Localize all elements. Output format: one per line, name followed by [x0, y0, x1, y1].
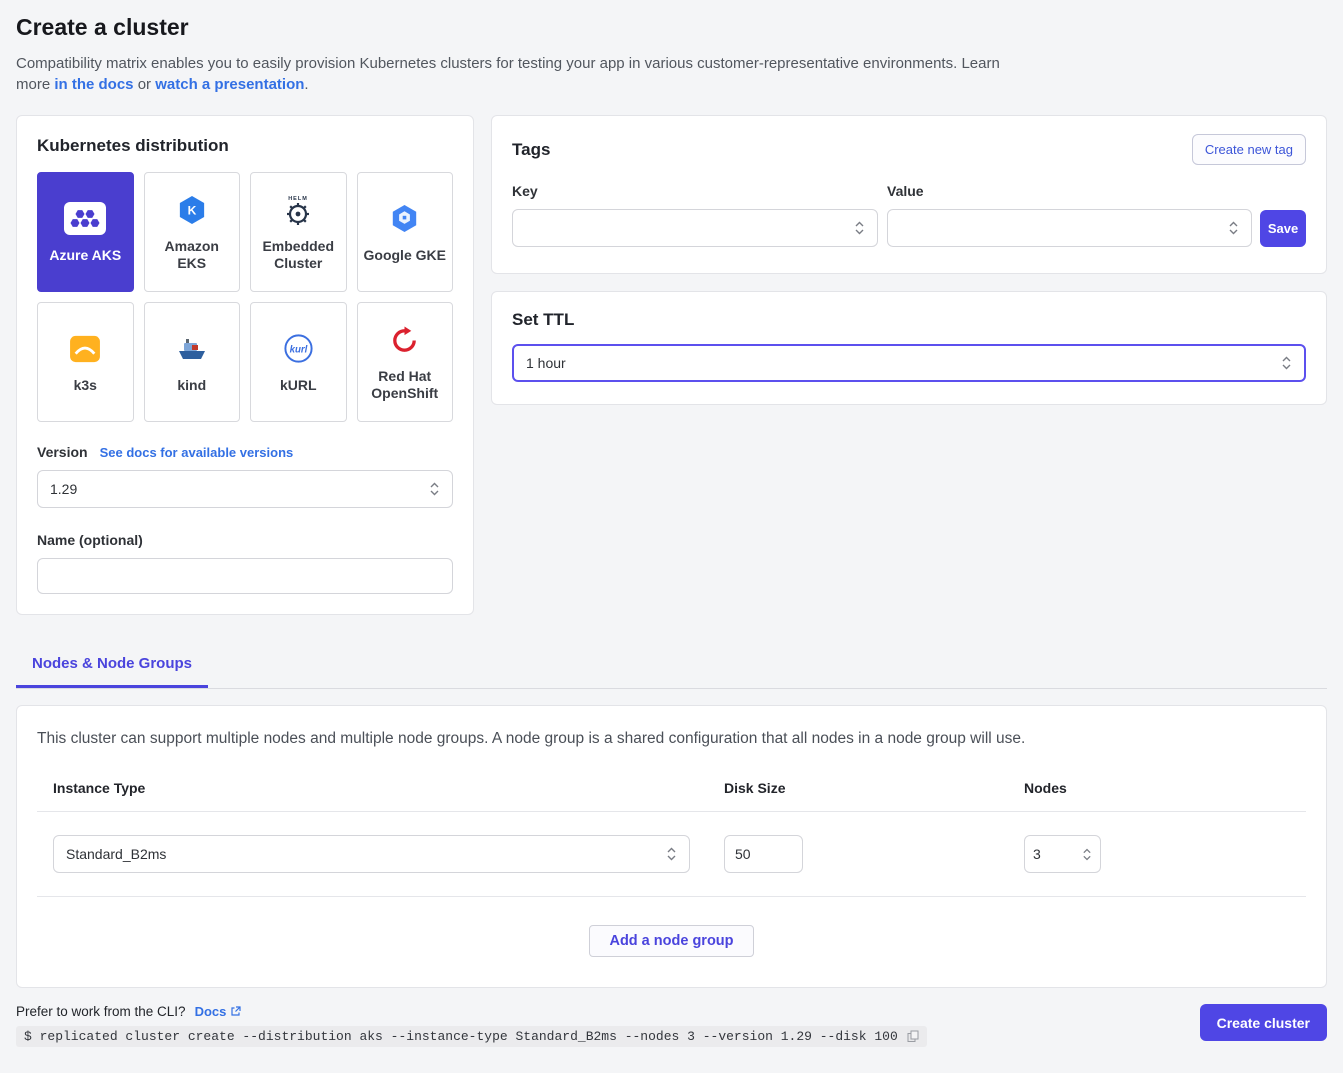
stepper-chevrons-icon[interactable]: [1082, 847, 1092, 862]
tab-bar: Nodes & Node Groups: [16, 655, 1327, 689]
cli-docs-link[interactable]: Docs: [195, 1004, 242, 1019]
right-column: Tags Create new tag Key Value: [491, 115, 1327, 405]
page-title: Create a cluster: [16, 14, 1327, 41]
tag-key-select[interactable]: [512, 209, 878, 247]
distro-tile-label: kind: [177, 377, 206, 394]
distro-tile-azure-aks[interactable]: Azure AKS: [37, 172, 134, 292]
external-link-icon: [230, 1006, 241, 1017]
distro-tile-kurl[interactable]: kurl kURL: [250, 302, 347, 422]
node-groups-card: This cluster can support multiple nodes …: [16, 705, 1327, 988]
distro-tile-k3s[interactable]: k3s: [37, 302, 134, 422]
kubernetes-distribution-card: Kubernetes distribution: [16, 115, 474, 615]
distro-tile-label: Red Hat OpenShift: [364, 368, 447, 402]
tags-header: Tags Create new tag: [512, 134, 1306, 165]
add-node-group-wrap: Add a node group: [37, 925, 1306, 957]
ttl-select[interactable]: 1 hour: [512, 344, 1306, 382]
cli-block: Prefer to work from the CLI? Docs $ repl…: [16, 1004, 927, 1047]
save-tag-button[interactable]: Save: [1260, 210, 1306, 247]
distro-tile-label: Azure AKS: [49, 247, 121, 264]
cli-command-block: $ replicated cluster create --distributi…: [16, 1026, 927, 1047]
google-gke-icon: [391, 201, 418, 237]
create-new-tag-button[interactable]: Create new tag: [1192, 134, 1306, 165]
main-row: Kubernetes distribution: [16, 115, 1327, 615]
nodes-column-header: Nodes: [1024, 780, 1306, 796]
set-ttl-card: Set TTL 1 hour: [491, 291, 1327, 405]
kurl-icon: kurl: [282, 331, 315, 367]
node-groups-table-header: Instance Type Disk Size Nodes: [37, 780, 1306, 812]
distro-tile-label: Google GKE: [364, 247, 446, 264]
name-label: Name (optional): [37, 532, 453, 548]
copy-icon[interactable]: [907, 1030, 919, 1043]
version-select[interactable]: 1.29: [37, 470, 453, 508]
tag-key-label: Key: [512, 183, 878, 199]
instance-type-select[interactable]: Standard_B2ms: [53, 835, 690, 873]
cli-command-text: $ replicated cluster create --distributi…: [24, 1029, 898, 1044]
nodes-stepper[interactable]: [1024, 835, 1101, 873]
distro-tile-kind[interactable]: kind: [144, 302, 241, 422]
distro-tile-red-hat-openshift[interactable]: Red Hat OpenShift: [357, 302, 454, 422]
tags-heading: Tags: [512, 140, 550, 160]
cli-text: Prefer to work from the CLI?: [16, 1004, 186, 1019]
tag-value-label: Value: [887, 183, 1306, 199]
create-cluster-button[interactable]: Create cluster: [1200, 1004, 1327, 1041]
version-select-value: 1.29: [50, 481, 77, 497]
ttl-heading: Set TTL: [512, 310, 1306, 330]
disk-size-column-header: Disk Size: [724, 780, 1024, 796]
in-the-docs-link[interactable]: in the docs: [54, 76, 133, 93]
chevron-updown-icon: [666, 846, 677, 862]
description-period: .: [304, 76, 308, 93]
chevron-updown-icon: [429, 481, 440, 497]
distro-tile-label: kURL: [280, 377, 317, 394]
openshift-icon: [389, 322, 420, 358]
tab-nodes-node-groups[interactable]: Nodes & Node Groups: [16, 655, 208, 688]
distribution-tiles: Azure AKS K Amazon EKS HELM: [37, 172, 453, 422]
svg-text:kurl: kurl: [289, 344, 307, 355]
cluster-name-input[interactable]: [37, 558, 453, 594]
amazon-eks-icon: K: [178, 192, 206, 228]
svg-text:HELM: HELM: [288, 196, 308, 202]
chevron-updown-icon: [1228, 220, 1239, 236]
kind-icon: [175, 331, 209, 367]
distro-tile-label: k3s: [74, 377, 97, 394]
azure-aks-icon: [64, 201, 106, 237]
tag-value-select[interactable]: [887, 209, 1252, 247]
tags-key-value-row: Key Value Save: [512, 183, 1306, 247]
nodes-count-input[interactable]: [1033, 846, 1063, 862]
disk-size-input[interactable]: [724, 835, 803, 873]
page-description: Compatibility matrix enables you to easi…: [16, 53, 1001, 95]
helm-wheel-icon: HELM: [281, 192, 315, 228]
add-node-group-button[interactable]: Add a node group: [589, 925, 753, 957]
version-row: Version See docs for available versions: [37, 444, 453, 460]
distro-tile-google-gke[interactable]: Google GKE: [357, 172, 454, 292]
svg-text:K: K: [187, 204, 196, 218]
version-docs-link[interactable]: See docs for available versions: [100, 445, 294, 460]
cli-docs-link-label: Docs: [195, 1004, 227, 1019]
node-groups-description: This cluster can support multiple nodes …: [37, 730, 1306, 748]
chevron-updown-icon: [1281, 355, 1292, 371]
distro-tile-amazon-eks[interactable]: K Amazon EKS: [144, 172, 241, 292]
node-group-row: Standard_B2ms: [37, 812, 1306, 897]
watch-presentation-link[interactable]: watch a presentation: [155, 76, 304, 93]
k3s-icon: [69, 331, 101, 367]
cli-line: Prefer to work from the CLI? Docs: [16, 1004, 927, 1019]
tag-value-line: Save: [887, 209, 1306, 247]
instance-type-column-header: Instance Type: [53, 780, 724, 796]
ttl-select-value: 1 hour: [526, 355, 566, 371]
instance-type-select-value: Standard_B2ms: [66, 846, 166, 862]
distro-tile-embedded-cluster[interactable]: HELM: [250, 172, 347, 292]
distribution-heading: Kubernetes distribution: [37, 136, 453, 156]
description-or: or: [134, 76, 156, 93]
version-label: Version: [37, 444, 88, 460]
chevron-updown-icon: [854, 220, 865, 236]
tag-key-column: Key: [512, 183, 878, 247]
tags-card: Tags Create new tag Key Value: [491, 115, 1327, 274]
distro-tile-label: Amazon EKS: [151, 238, 234, 272]
distro-tile-label: Embedded Cluster: [257, 238, 340, 272]
tag-value-column: Value Save: [887, 183, 1306, 247]
footer: Prefer to work from the CLI? Docs $ repl…: [16, 1004, 1327, 1047]
